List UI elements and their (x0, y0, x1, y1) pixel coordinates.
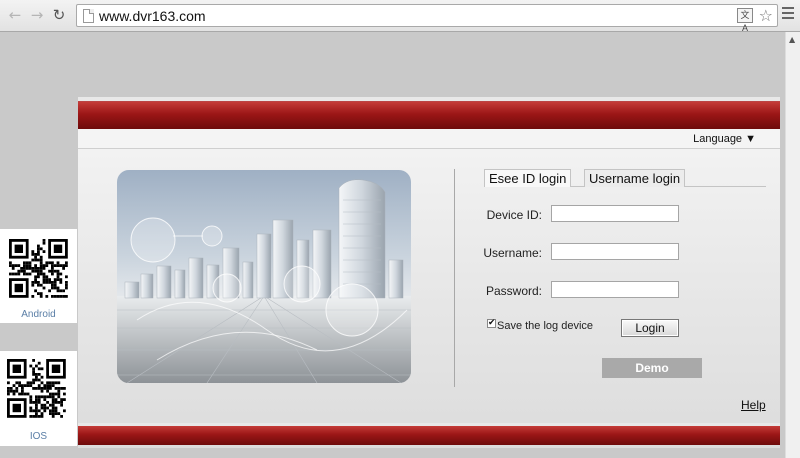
username-input[interactable] (551, 243, 679, 260)
device-id-input[interactable] (551, 205, 679, 222)
password-label: Password: (485, 284, 542, 298)
reload-icon[interactable]: ↻ (50, 5, 68, 25)
browser-toolbar: ← → ↻ www.dvr163.com 文A ☆ (0, 0, 800, 33)
address-bar[interactable]: www.dvr163.com 文A ☆ (76, 4, 778, 33)
save-device-checkbox[interactable]: ✔ (487, 319, 496, 328)
username-label: Username: (483, 246, 542, 260)
city-skyline-image (117, 170, 411, 383)
help-link[interactable]: Help (741, 398, 766, 412)
url-text[interactable]: www.dvr163.com (99, 8, 206, 24)
login-tabs: Esee ID login Username login (484, 169, 766, 187)
password-input[interactable] (551, 281, 679, 298)
scroll-up-icon[interactable]: ▲ (789, 35, 795, 44)
language-dropdown[interactable]: Language ▼ (693, 133, 756, 145)
language-bar: Language ▼ (78, 130, 780, 149)
android-label: Android (21, 309, 56, 320)
tab-username-login[interactable]: Username login (584, 169, 686, 187)
forward-arrow-icon[interactable]: → (28, 5, 46, 25)
android-qr-panel: Android (0, 229, 77, 323)
demo-button[interactable]: Demo (602, 358, 702, 378)
login-button[interactable]: Login (621, 319, 679, 337)
bookmark-star-icon[interactable]: ☆ (759, 6, 773, 25)
skyline-illustration (117, 179, 411, 383)
translate-icon[interactable]: 文A (737, 8, 753, 33)
browser-menu-icon[interactable] (782, 7, 794, 22)
footer-banner (78, 423, 780, 445)
device-id-label: Device ID: (486, 208, 542, 222)
save-device-label: Save the log device (497, 320, 594, 332)
back-arrow-icon[interactable]: ← (6, 5, 24, 25)
vertical-scrollbar[interactable]: ▲ (785, 32, 800, 458)
page-icon (83, 9, 94, 23)
login-panel: Language ▼ Esee ID login Username login … (78, 97, 780, 448)
ios-qr-panel: IOS (0, 351, 77, 446)
tab-esee-id-login[interactable]: Esee ID login (484, 169, 572, 187)
vertical-divider (454, 169, 455, 387)
ios-qr-code (7, 359, 66, 418)
header-banner (78, 97, 780, 129)
ios-label: IOS (29, 431, 48, 442)
android-qr-code (9, 239, 68, 298)
